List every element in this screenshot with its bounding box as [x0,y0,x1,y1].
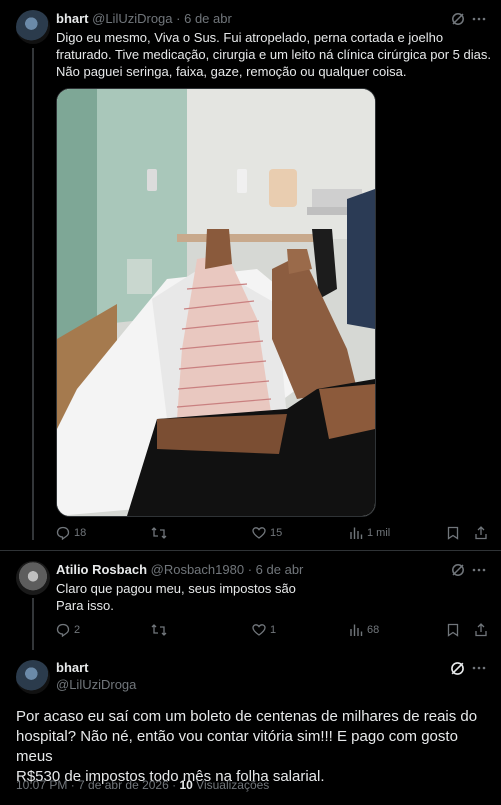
reply-button[interactable]: 18 [56,526,86,540]
share-icon [475,623,487,637]
post-actions: 18 15 1 mil [56,526,488,544]
post-header: Atilio Rosbach @Rosbach1980 · 6 de abr [56,562,304,577]
reply-icon [56,623,70,637]
thread-connector [32,48,34,540]
bookmark-icon [447,623,459,637]
avatar[interactable] [16,561,50,595]
author-name[interactable]: bhart [56,660,89,675]
more-options-icon[interactable] [472,563,486,577]
heart-icon [252,527,266,539]
post-header: bhart @LilUziDroga · 6 de abr [56,11,232,26]
views-label: Visualizações [196,778,270,792]
repost-icon [151,527,167,539]
reply-icon [56,526,70,540]
post-actions: 2 1 68 [56,623,488,641]
heart-icon [252,624,266,636]
grok-icon[interactable] [451,563,465,577]
post-date[interactable]: 6 de abr [256,562,304,577]
post-text: Digo eu mesmo, Viva o Sus. Fui atropelad… [56,30,491,79]
views-button[interactable]: 1 mil [349,526,390,540]
grok-icon[interactable] [451,12,465,26]
divider [0,550,501,551]
more-options-icon[interactable] [472,12,486,26]
grok-icon[interactable] [450,661,465,676]
post-text: Por acaso eu saí com um boleto de centen… [16,708,478,785]
author-name[interactable]: Atilio Rosbach [56,562,147,577]
views-count: 10 [179,778,193,792]
analytics-icon [350,527,363,539]
more-options-icon[interactable] [472,661,486,675]
like-button[interactable]: 15 [252,526,282,540]
post-date[interactable]: 6 de abr [184,11,232,26]
repost-button[interactable] [151,623,167,637]
views-button[interactable]: 68 [349,623,379,637]
post-image[interactable] [56,88,376,517]
share-button[interactable] [474,526,488,540]
avatar[interactable] [16,10,50,44]
bookmark-button[interactable] [447,623,459,637]
analytics-icon [350,624,363,636]
avatar[interactable] [16,660,50,694]
repost-button[interactable] [151,526,167,540]
author-handle[interactable]: @LilUziDroga [92,11,172,26]
thread-connector [32,598,34,650]
bookmark-icon [447,526,459,540]
share-icon [475,526,487,540]
author-name[interactable]: bhart [56,11,89,26]
hospital-bed-photo [57,89,375,516]
bookmark-button[interactable] [447,526,459,540]
post-text: Claro que pagou meu, seus impostos são P… [56,581,296,613]
share-button[interactable] [474,623,488,637]
post-timestamp: 10:07 PM · 7 de abr de 2026 · 10 Visuali… [16,778,270,792]
like-button[interactable]: 1 [252,623,276,637]
author-handle[interactable]: @Rosbach1980 [151,562,244,577]
reply-button[interactable]: 2 [56,623,80,637]
author-handle[interactable]: @LilUziDroga [56,677,136,692]
repost-icon [151,624,167,636]
